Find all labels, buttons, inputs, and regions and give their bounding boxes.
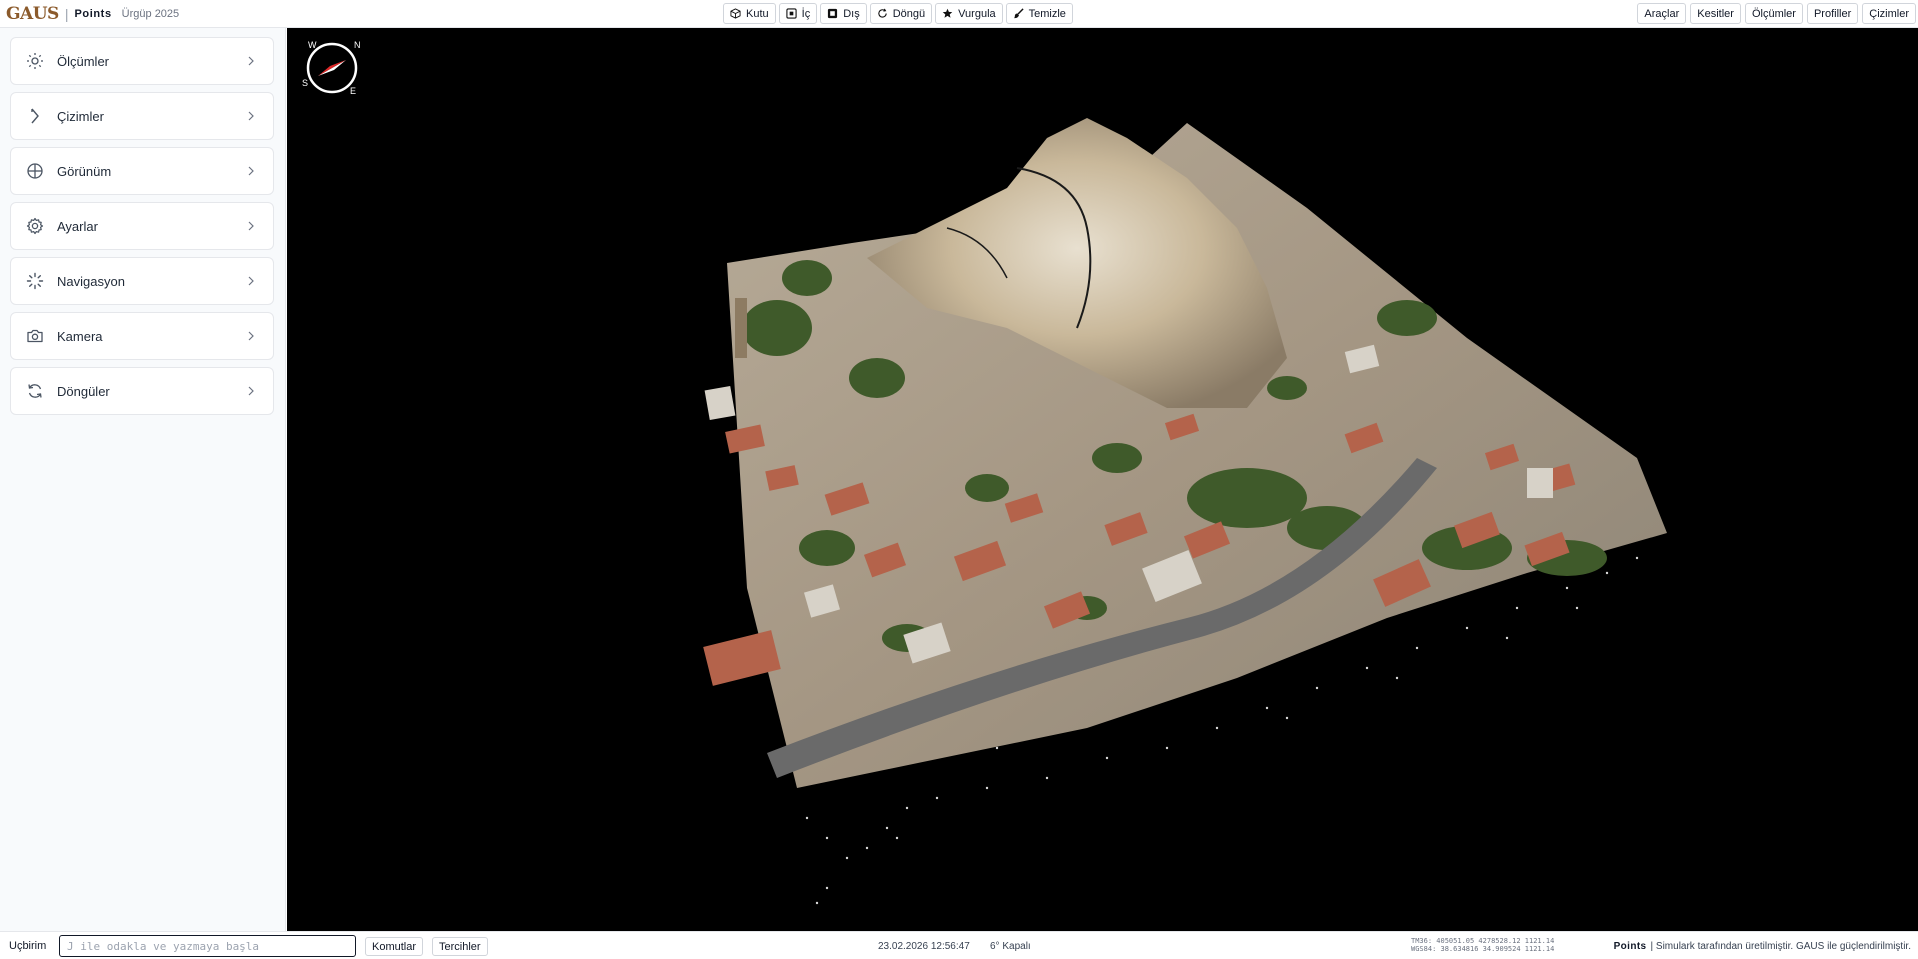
point-cloud-viewport[interactable]: N E S W (287, 28, 1918, 931)
terminal-input[interactable] (59, 935, 356, 957)
compass-letter-s: S (302, 78, 308, 88)
sidebar-panel-label: Kamera (57, 328, 103, 344)
clear-tool-label: Temizle (1028, 7, 1066, 20)
sidebar-panel-settings[interactable]: Ayarlar (10, 202, 274, 250)
coords-tm36: TM36: 405051.05 4278528.12 1121.14 (1411, 937, 1555, 945)
box-tool-button[interactable]: Kutu (723, 3, 776, 24)
sidebar: Ölçümler Çizimler Görünüm Ayarlar Naviga… (0, 28, 286, 931)
outside-tool-label: Dış (843, 7, 860, 20)
star-icon (942, 8, 953, 18)
chevron-right-icon (248, 386, 254, 396)
highlight-tool-button[interactable]: Vurgula (935, 3, 1003, 24)
coords-wgs84: WGS84: 38.634816 34.909524 1121.14 (1411, 945, 1555, 953)
sidebar-panel-label: Döngüler (57, 383, 110, 399)
loop-icon (878, 8, 887, 18)
chevron-right-icon (248, 111, 254, 121)
weather: 6° Kapalı (990, 941, 1031, 952)
compass-letter-w: W (308, 40, 317, 50)
preferences-button[interactable]: Tercihler (432, 937, 488, 956)
brand-separator: | (64, 5, 69, 22)
tag-icon (31, 108, 39, 124)
clip-toolbar: Kutu İç Dış Döngü Vurgula Temizle (723, 3, 1073, 24)
box-tool-label: Kutu (746, 7, 769, 20)
project-name: Ürgüp 2025 (121, 7, 180, 20)
sun-icon (27, 53, 43, 69)
sidebar-panel-loops[interactable]: Döngüler (10, 367, 274, 415)
right-menu: Araçlar Kesitler Ölçümler Profiller Çizi… (1637, 3, 1916, 24)
brand: GAUS | Points Ürgüp 2025 (0, 0, 179, 28)
compass-letter-n: N (354, 40, 361, 50)
credit-text: | Simulark tarafından üretilmiştir. GAUS… (1650, 941, 1911, 952)
sidebar-panel-drawings[interactable]: Çizimler (10, 92, 274, 140)
sidebar-panel-measurements[interactable]: Ölçümler (10, 37, 274, 85)
chevron-right-icon (248, 56, 254, 66)
chevron-right-icon (248, 331, 254, 341)
sidebar-panel-view[interactable]: Görünüm (10, 147, 274, 195)
brand-logo: GAUS (6, 3, 59, 24)
globe-icon (27, 163, 43, 179)
brush-icon (1013, 8, 1024, 19)
compass-letter-e: E (350, 86, 356, 96)
inside-icon (786, 8, 797, 19)
profiles-menu-button[interactable]: Profiller (1806, 3, 1859, 24)
compass-widget[interactable]: N E S W (302, 40, 361, 96)
sidebar-panel-navigation[interactable]: Navigasyon (10, 257, 274, 305)
measurements-menu-button[interactable]: Ölçümler (1744, 3, 1803, 24)
inside-tool-button[interactable]: İç (778, 3, 818, 24)
sidebar-panel-label: Çizimler (57, 108, 104, 124)
chevron-right-icon (248, 221, 254, 231)
clear-tool-button[interactable]: Temizle (1005, 3, 1073, 24)
sidebar-panel-label: Ölçümler (57, 53, 110, 69)
credit: Points | Simulark tarafından üretilmişti… (1614, 941, 1911, 952)
minaret (735, 298, 747, 358)
loader-icon (26, 272, 44, 290)
terminal-label: Uçbirim (9, 939, 47, 952)
status-bar: Uçbirim Komutlar Tercihler 23.02.2026 12… (0, 931, 1918, 959)
sidebar-panel-label: Görünüm (57, 163, 112, 179)
box-icon (730, 8, 741, 19)
commands-button[interactable]: Komutlar (365, 937, 424, 956)
highlight-tool-label: Vurgula (958, 7, 996, 20)
point-cloud-render[interactable]: N E S W (287, 28, 1918, 931)
sidebar-panel-label: Ayarlar (57, 218, 98, 234)
credit-product: Points (1613, 941, 1647, 952)
tools-menu-button[interactable]: Araçlar (1637, 3, 1687, 24)
outside-icon (828, 8, 838, 19)
top-bar: GAUS | Points Ürgüp 2025 Kutu İç Dış Dön… (0, 0, 1918, 28)
sidebar-panel-label: Navigasyon (57, 273, 125, 289)
inside-tool-label: İç (801, 7, 811, 20)
chevron-right-icon (248, 276, 254, 286)
refresh-icon (28, 384, 42, 398)
coordinate-readout: TM36: 405051.05 4278528.12 1121.14 WGS84… (1411, 937, 1554, 953)
gear-icon (26, 217, 44, 235)
product-name: Points (74, 7, 112, 20)
chevron-right-icon (248, 166, 254, 176)
sidebar-panel-camera[interactable]: Kamera (10, 312, 274, 360)
datetime: 23.02.2026 12:56:47 (878, 941, 970, 952)
sections-menu-button[interactable]: Kesitler (1690, 3, 1741, 24)
outside-tool-button[interactable]: Dış (820, 3, 867, 24)
drawings-menu-button[interactable]: Çizimler (1862, 3, 1916, 24)
loop-tool-button[interactable]: Döngü (869, 3, 933, 24)
camera-icon (27, 329, 43, 343)
loop-tool-label: Döngü (892, 7, 926, 20)
